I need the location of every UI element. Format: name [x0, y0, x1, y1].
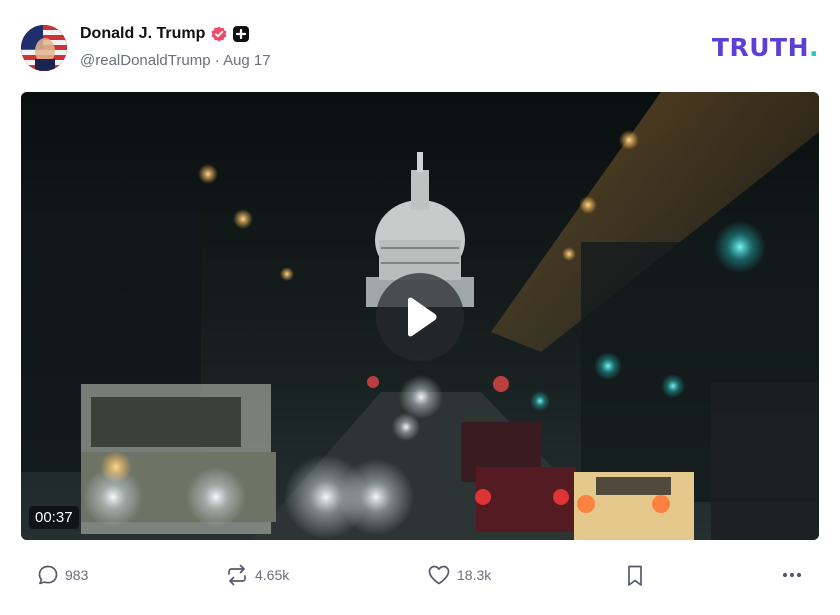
like-button[interactable]: 18.3k: [427, 564, 491, 586]
truth-logo: TRUTH.: [712, 33, 819, 62]
brand-text: TRUTH: [711, 33, 809, 62]
like-count: 18.3k: [457, 567, 492, 583]
comment-bubble-icon: [38, 565, 58, 585]
reply-count: 983: [65, 567, 89, 583]
retruth-count: 4.65k: [255, 567, 290, 583]
bookmark-icon: [628, 565, 642, 586]
author-handle[interactable]: @realDonaldTrump: [80, 52, 211, 69]
author-row: Donald J. Trump: [80, 25, 250, 43]
play-button[interactable]: [376, 273, 464, 361]
action-bar: 983 4.65k 18.3k: [21, 560, 819, 590]
video-duration: 00:37: [29, 506, 79, 529]
author-name[interactable]: Donald J. Trump: [80, 25, 205, 43]
avatar-image: [21, 25, 67, 71]
more-dots-icon: [782, 572, 802, 578]
plus-badge-icon: [233, 26, 250, 42]
brand-dot: .: [809, 33, 819, 62]
verified-badge-icon: [211, 26, 227, 42]
play-icon: [408, 297, 437, 337]
bookmark-button[interactable]: [626, 564, 644, 588]
handle-row: @realDonaldTrump · Aug 17: [80, 52, 271, 69]
more-options-button[interactable]: [781, 564, 803, 586]
repost-arrows-icon: [228, 564, 246, 586]
avatar[interactable]: [21, 25, 67, 71]
video-player[interactable]: 00:37: [21, 92, 819, 540]
retruth-button[interactable]: 4.65k: [225, 564, 289, 586]
post-date[interactable]: Aug 17: [223, 52, 271, 69]
heart-icon: [428, 565, 450, 585]
reply-button[interactable]: 983: [37, 564, 88, 586]
separator: ·: [214, 52, 220, 69]
